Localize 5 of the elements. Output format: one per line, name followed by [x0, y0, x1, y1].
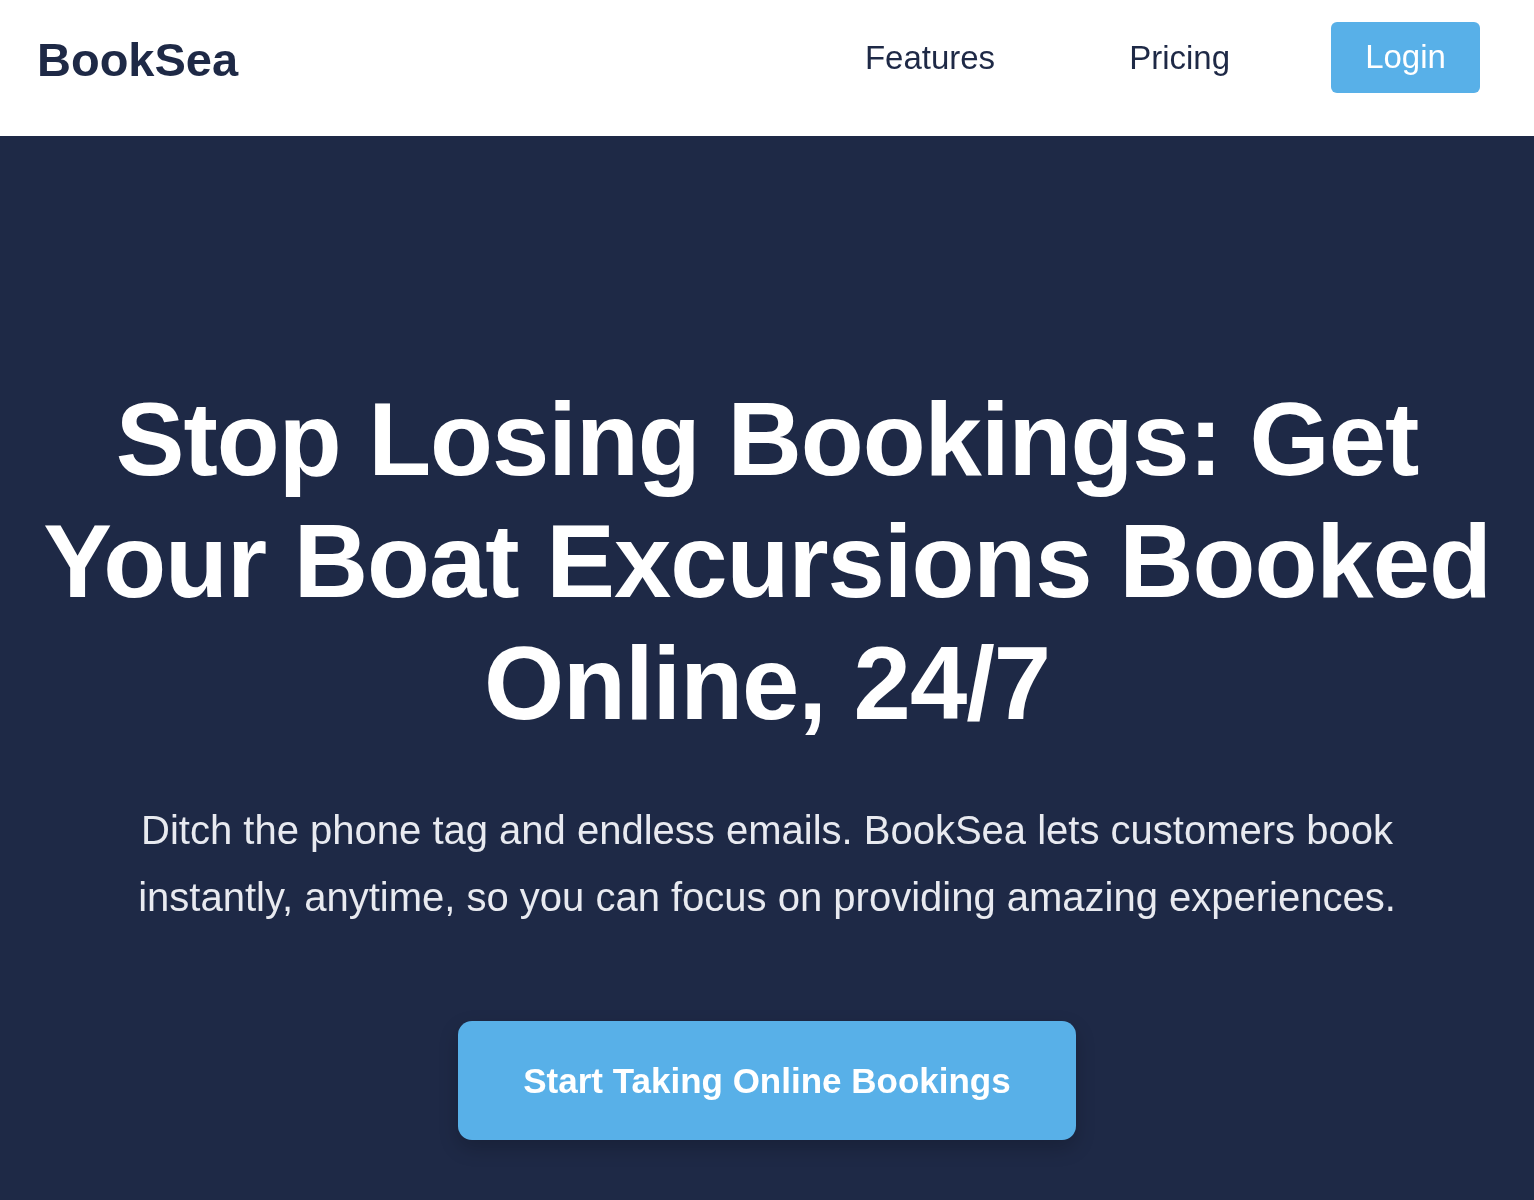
hero-subtext: Ditch the phone tag and endless emails. BookSea lets customers book instantly, anytime, so you can focus on providing amazing experiences. [137, 807, 1397, 921]
nav-link[interactable]: Features [864, 39, 996, 77]
logo[interactable]: BookSea [37, 31, 239, 87]
nav-link[interactable]: Pricing [1129, 39, 1230, 77]
hero-headline: Stop Losing Bookings: Get Your Boat Excursions Booked Online, 24/7 [42, 381, 1492, 743]
